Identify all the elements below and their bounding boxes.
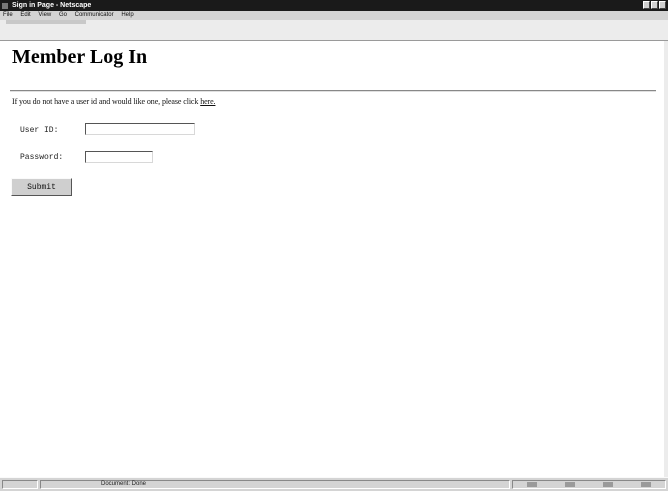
component-bar (512, 480, 666, 489)
status-bar: Document: Done (0, 477, 668, 491)
scrollbar-edge[interactable] (664, 41, 668, 477)
security-lock-icon[interactable] (2, 480, 38, 489)
title-bar: Sign in Page - Netscape (0, 0, 668, 11)
intro-text: If you do not have a user id and would l… (12, 97, 216, 106)
browser-window: Sign in Page - Netscape File Edit View G… (0, 0, 668, 491)
menu-help[interactable]: Help (121, 11, 133, 20)
page-title: Member Log In (12, 46, 148, 68)
userid-label: User ID: (20, 126, 59, 135)
toolbar-grip[interactable] (6, 20, 86, 24)
menu-file[interactable]: File (3, 11, 13, 20)
minimize-icon[interactable] (643, 1, 650, 9)
menu-bar: File Edit View Go Communicator Help (0, 11, 668, 20)
maximize-icon[interactable] (651, 1, 658, 9)
netscape-icon (2, 2, 8, 9)
password-label: Password: (20, 153, 64, 162)
intro-sentence: If you do not have a user id and would l… (12, 97, 201, 106)
page-content: Member Log In If you do not have a user … (0, 41, 664, 477)
window-title: Sign in Page - Netscape (11, 2, 92, 9)
register-link[interactable]: here. (200, 97, 215, 106)
submit-button[interactable]: Submit (11, 178, 72, 196)
menu-go[interactable]: Go (59, 11, 67, 20)
composer-icon[interactable] (641, 482, 651, 487)
menu-communicator[interactable]: Communicator (75, 11, 114, 20)
toolbar-area (0, 20, 668, 41)
divider (10, 90, 656, 92)
discussion-icon[interactable] (603, 482, 613, 487)
menu-view[interactable]: View (38, 11, 51, 20)
navigator-icon[interactable] (527, 482, 537, 487)
status-text: Document: Done (40, 480, 510, 489)
password-input[interactable] (85, 151, 153, 163)
close-icon[interactable] (659, 1, 666, 9)
userid-input[interactable] (85, 123, 195, 135)
menu-edit[interactable]: Edit (20, 11, 30, 20)
window-controls (643, 1, 666, 10)
mail-icon[interactable] (565, 482, 575, 487)
